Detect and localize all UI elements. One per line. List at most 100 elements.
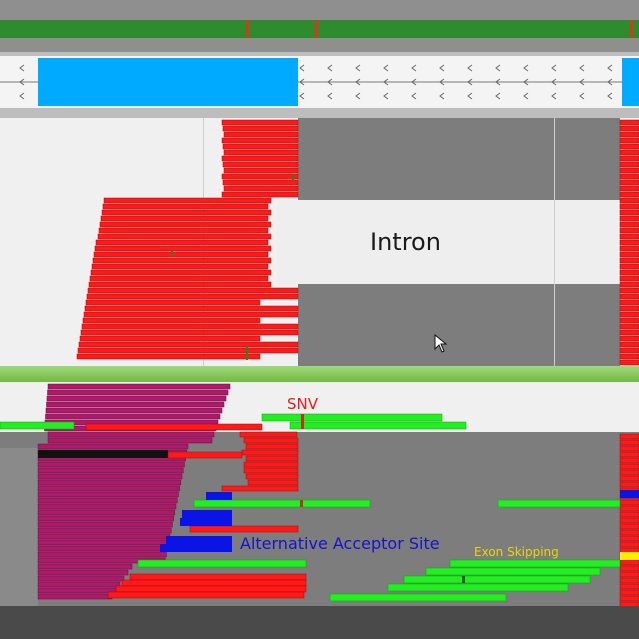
aligned-read [619,565,639,572]
reference-base [261,20,264,38]
aligned-read [86,293,299,300]
aligned-read [37,485,180,492]
reference-base [144,20,147,38]
reference-base [450,20,453,38]
reference-base [603,20,606,38]
aligned-read [619,541,639,548]
strand-arrow-icon [327,64,333,72]
reference-base [561,20,564,38]
reference-base [237,20,240,38]
aligned-read [95,239,269,246]
reference-base [615,20,618,38]
reference-base [399,20,402,38]
aligned-read [37,563,133,570]
strand-arrow-icon [355,92,361,100]
strand-arrow-icon [299,64,305,72]
aligned-read [46,401,225,408]
reference-base [297,20,300,38]
reference-base [240,20,243,38]
reference-base [81,20,84,38]
aligned-read [619,239,639,246]
reference-base [150,20,153,38]
reference-base [309,20,312,38]
aligned-read [91,263,269,270]
exon-block [38,58,298,106]
reference-base [162,20,165,38]
aligned-read [619,191,639,198]
reference-base [414,20,417,38]
reference-base [519,20,522,38]
aligned-read [387,583,569,592]
reference-base [105,20,108,38]
reference-base [471,20,474,38]
lower-alignment-panel[interactable] [0,382,639,610]
reference-base [477,20,480,38]
aligned-read [160,544,232,552]
aligned-read [97,233,272,240]
strand-arrow-icon [579,64,585,72]
aligned-read [619,209,639,216]
aligned-read [619,353,639,360]
aligned-read [221,191,299,198]
reference-base [60,20,63,38]
aligned-read [619,251,639,258]
aligned-read [619,457,639,464]
strand-arrow-icon [299,92,305,100]
reference-base [549,20,552,38]
aligned-read [619,523,639,530]
reference-base [498,20,501,38]
strand-arrow-icon [607,64,613,72]
upper-alignment-panel[interactable] [0,118,639,368]
aligned-read [619,149,639,156]
aligned-read [449,559,621,568]
aligned-read [103,197,272,204]
reference-base [330,20,333,38]
reference-base [585,20,588,38]
aligned-read [239,431,298,438]
intron-coverage-region [298,284,620,368]
aligned-read [619,161,639,168]
intron-gap [278,200,620,284]
aligned-read [620,552,639,560]
reference-base [594,20,597,38]
reference-base [618,20,621,38]
reference-base [63,20,66,38]
gene-model-track[interactable] [0,52,639,118]
aligned-read [37,587,117,594]
reference-base [426,20,429,38]
aligned-read [89,275,269,282]
aligned-read [88,281,272,288]
panel-splitter[interactable] [0,366,639,382]
reference-base [597,20,600,38]
reference-base [216,20,219,38]
reference-base [423,20,426,38]
aligned-read [0,421,75,430]
reference-base [147,20,150,38]
aligned-read [84,305,299,312]
aligned-read [37,497,178,504]
strand-arrow-icon [439,92,445,100]
aligned-read [90,269,272,276]
reference-base [141,20,144,38]
aligned-read [619,439,639,446]
reference-base [576,20,579,38]
aligned-read [619,445,639,452]
aligned-read [223,149,299,156]
aligned-read [98,227,269,234]
reference-base [351,20,354,38]
reference-base [408,20,411,38]
reference-base [486,20,489,38]
aligned-read [619,583,639,590]
intron-coverage-region [298,432,620,502]
aligned-read [37,467,184,474]
aligned-read [619,359,639,366]
aligned-read [261,413,443,422]
aligned-read [182,510,232,518]
aligned-read [37,581,121,588]
reference-base [18,20,21,38]
aligned-read [619,559,639,566]
aligned-read [222,179,299,186]
reference-base [33,20,36,38]
strand-arrow-icon [355,64,361,72]
reference-base [306,20,309,38]
